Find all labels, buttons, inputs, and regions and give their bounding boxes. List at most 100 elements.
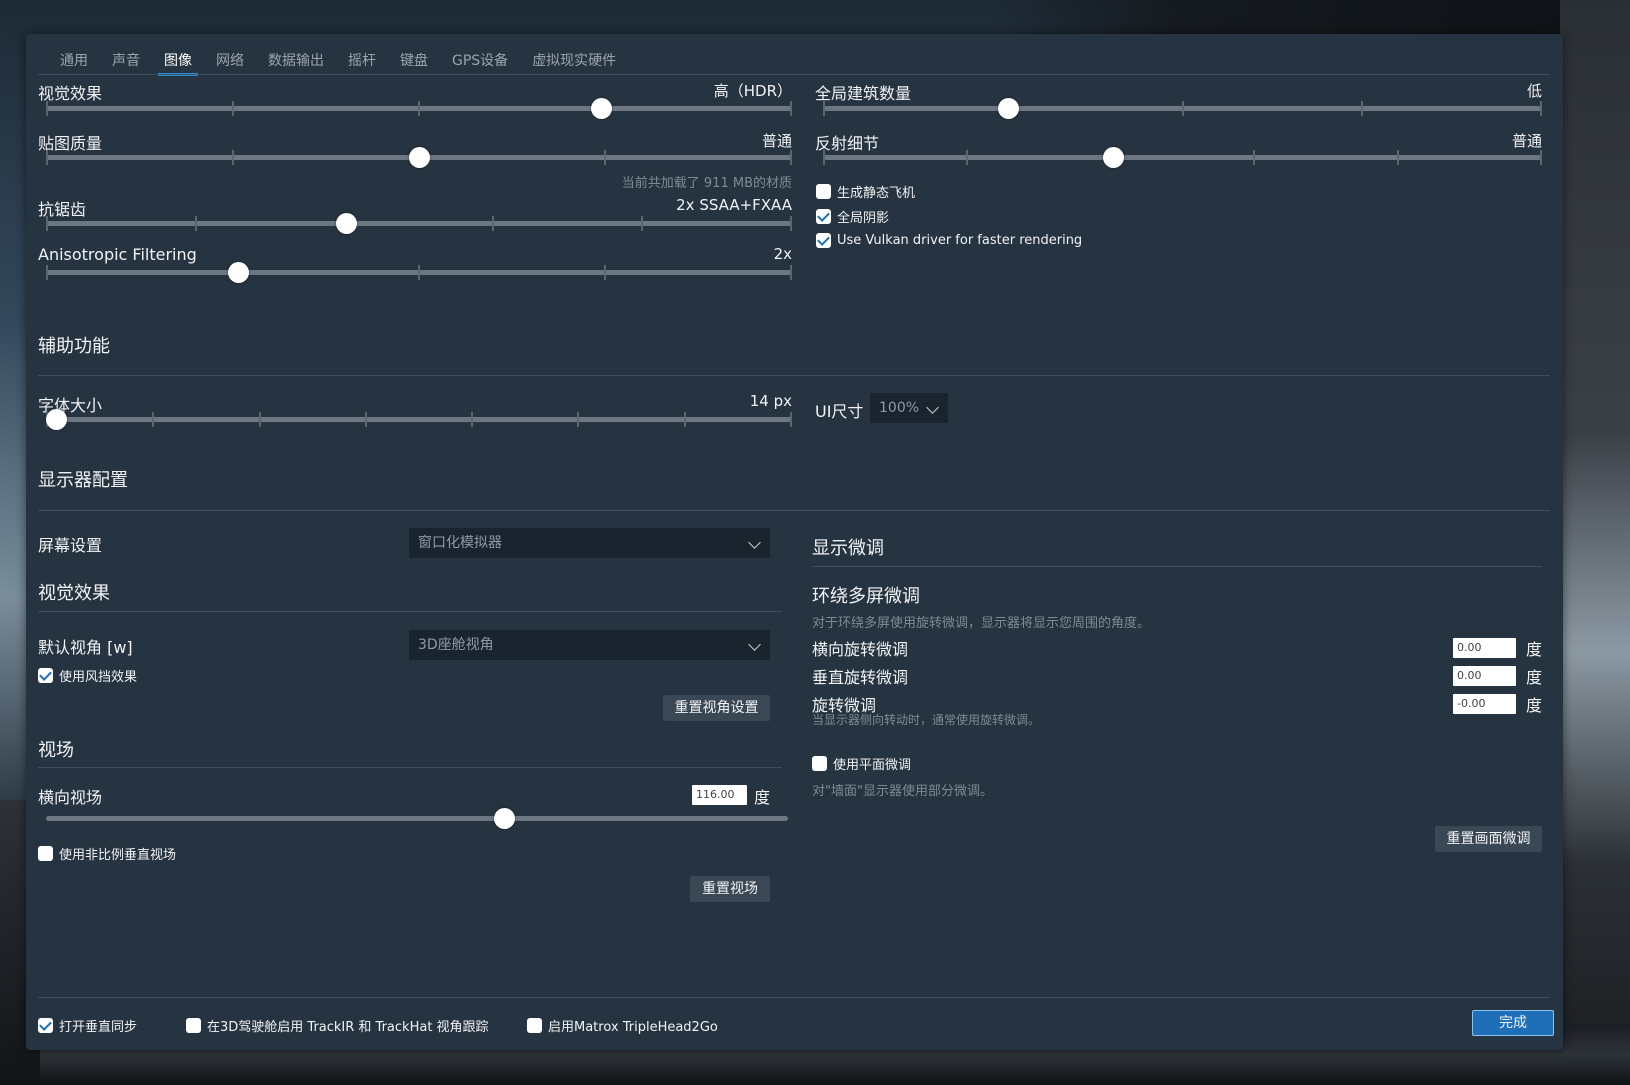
- slider-tick: [418, 265, 420, 280]
- slider-thumb[interactable]: [591, 98, 612, 119]
- screen-setting-dropdown[interactable]: 窗口化模拟器: [409, 528, 770, 558]
- static-aircraft-checkbox[interactable]: 生成静态飞机: [816, 182, 915, 201]
- slider-tick: [823, 101, 825, 116]
- slider-tick: [790, 265, 792, 280]
- non-proportional-fov-checkbox[interactable]: 使用非比例垂直视场: [38, 844, 176, 863]
- font-size-slider[interactable]: [46, 407, 792, 431]
- trackir-checkbox[interactable]: 在3D驾驶舱启用 TrackIR 和 TrackHat 视角跟踪: [186, 1016, 489, 1035]
- world-objects-slider[interactable]: [823, 96, 1542, 120]
- slider-tick: [1361, 101, 1363, 116]
- texture-quality-slider[interactable]: [46, 145, 792, 169]
- slider-tick: [684, 412, 686, 427]
- tab-general[interactable]: 通用: [48, 50, 100, 74]
- visual-effects-divider: [38, 611, 782, 612]
- settings-tabs: 通用 声音 图像 网络 数据输出 摇杆 键盘 GPS设备 虚拟现实硬件: [48, 50, 628, 76]
- screen-setting-value: 窗口化模拟器: [418, 535, 502, 551]
- global-shadows-checkbox[interactable]: 全局阴影: [816, 207, 889, 226]
- lateral-tune-unit: 度: [1526, 640, 1543, 659]
- monitor-config-divider: [38, 510, 1550, 511]
- tab-data-output[interactable]: 数据输出: [256, 50, 336, 74]
- done-button[interactable]: 完成: [1472, 1010, 1554, 1036]
- horizontal-fov-slider[interactable]: [46, 806, 788, 830]
- tab-vr-hardware[interactable]: 虚拟现实硬件: [520, 50, 628, 74]
- slider-thumb[interactable]: [1103, 147, 1124, 168]
- ui-size-dropdown[interactable]: 100%: [870, 393, 948, 423]
- tab-keyboard[interactable]: 键盘: [388, 50, 440, 74]
- reset-view-button[interactable]: 重置视角设置: [663, 695, 770, 721]
- roll-tune-note: 当显示器侧向转动时，通常使用旋转微调。: [812, 713, 1041, 727]
- matrox-checkbox[interactable]: 启用Matrox TripleHead2Go: [527, 1016, 718, 1035]
- slider-thumb[interactable]: [336, 213, 357, 234]
- reset-fov-button[interactable]: 重置视场: [690, 876, 770, 902]
- checkbox-label: 启用Matrox TripleHead2Go: [548, 1020, 718, 1035]
- slider-thumb[interactable]: [494, 808, 515, 829]
- surround-description: 对于环绕多屏使用旋转微调，显示器将显示您周围的角度。: [812, 616, 1151, 631]
- fov-title: 视场: [38, 740, 74, 761]
- tab-network[interactable]: 网络: [204, 50, 256, 74]
- checkbox-box[interactable]: [812, 756, 827, 771]
- flat-tune-checkbox[interactable]: 使用平面微调: [812, 754, 911, 773]
- slider-track: [46, 816, 788, 821]
- windshield-checkbox[interactable]: 使用风挡效果: [38, 666, 137, 685]
- vsync-checkbox[interactable]: 打开垂直同步: [38, 1016, 137, 1035]
- checkbox-label: 全局阴影: [837, 211, 890, 226]
- slider-tick: [232, 150, 234, 165]
- visual-effects-slider[interactable]: [46, 96, 792, 120]
- slider-thumb[interactable]: [46, 409, 67, 430]
- slider-thumb[interactable]: [409, 147, 430, 168]
- checkbox-label: 使用平面微调: [833, 758, 912, 773]
- slider-tick: [790, 216, 792, 231]
- slider-tick: [577, 412, 579, 427]
- reflection-detail-slider[interactable]: [823, 145, 1542, 169]
- settings-panel: 通用 声音 图像 网络 数据输出 摇杆 键盘 GPS设备 虚拟现实硬件 视觉效果…: [26, 34, 1563, 1050]
- tab-sound[interactable]: 声音: [100, 50, 152, 74]
- tab-joystick[interactable]: 摇杆: [336, 50, 388, 74]
- vulkan-checkbox[interactable]: Use Vulkan driver for faster rendering: [816, 233, 1082, 248]
- slider-tick: [365, 412, 367, 427]
- checkbox-box[interactable]: [38, 846, 53, 861]
- antialiasing-slider[interactable]: [46, 211, 792, 235]
- slider-tick: [966, 150, 968, 165]
- slider-tick: [492, 216, 494, 231]
- tab-gps[interactable]: GPS设备: [440, 50, 520, 74]
- slider-tick: [46, 101, 48, 116]
- default-view-value: 3D座舱视角: [418, 637, 494, 653]
- slider-thumb[interactable]: [228, 262, 249, 283]
- horizontal-fov-input[interactable]: 116.00: [692, 785, 747, 805]
- checkbox-box[interactable]: [38, 1018, 53, 1033]
- slider-tick: [1182, 101, 1184, 116]
- lateral-tune-input[interactable]: 0.00: [1453, 638, 1516, 658]
- roll-tune-input[interactable]: -0.00: [1453, 694, 1516, 714]
- checkbox-box[interactable]: [186, 1018, 201, 1033]
- checkbox-box[interactable]: [816, 184, 831, 199]
- checkbox-label: 使用非比例垂直视场: [59, 848, 177, 863]
- checkbox-label: 生成静态飞机: [837, 186, 916, 201]
- chevron-down-icon: [748, 638, 761, 651]
- checkbox-box[interactable]: [816, 233, 831, 248]
- slider-tick: [152, 412, 154, 427]
- slider-track: [46, 417, 792, 422]
- slider-track: [823, 155, 1542, 160]
- texture-memory-note: 当前共加载了 911 MB的材质: [621, 176, 792, 191]
- checkbox-label: 打开垂直同步: [59, 1020, 138, 1035]
- accessibility-divider: [38, 375, 1550, 376]
- slider-thumb[interactable]: [998, 98, 1019, 119]
- flat-tune-description: 对"墙面"显示器使用部分微调。: [812, 784, 993, 799]
- checkbox-box[interactable]: [527, 1018, 542, 1033]
- horizontal-fov-label: 横向视场: [38, 788, 103, 807]
- background-cockpit-right: [1560, 0, 1630, 1085]
- anisotropic-slider[interactable]: [46, 260, 792, 284]
- default-view-dropdown[interactable]: 3D座舱视角: [409, 630, 770, 660]
- checkbox-label: Use Vulkan driver for faster rendering: [837, 233, 1083, 248]
- checkbox-box[interactable]: [38, 668, 53, 683]
- slider-tick: [790, 412, 792, 427]
- vertical-tune-input[interactable]: 0.00: [1453, 666, 1516, 686]
- slider-tick: [790, 101, 792, 116]
- checkbox-box[interactable]: [816, 209, 831, 224]
- fine-tune-title: 显示微调: [812, 538, 884, 559]
- reset-fine-tune-button[interactable]: 重置画面微调: [1435, 826, 1542, 852]
- horizontal-fov-unit: 度: [754, 788, 771, 807]
- vertical-tune-unit: 度: [1526, 668, 1543, 687]
- tab-graphics[interactable]: 图像: [152, 50, 204, 76]
- screen-setting-label: 屏幕设置: [38, 536, 103, 555]
